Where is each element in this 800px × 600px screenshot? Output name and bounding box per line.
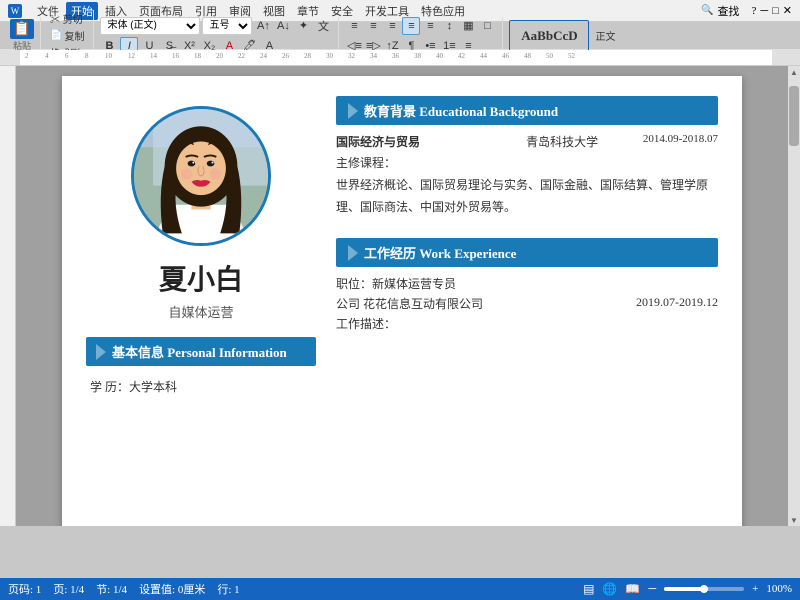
font-family-select[interactable]: 宋体 (正文): [100, 17, 200, 35]
status-bar: 页码: 1 页: 1/4 节: 1/4 设置值: 0厘米 行: 1 ▤ 🌐 📖 …: [0, 578, 800, 600]
work-desc-row: 工作描述：: [336, 315, 718, 332]
education-section: 教育背景 Educational Background 国际经济与贸易 青岛科技…: [336, 96, 718, 218]
edu-level-row: 学 历：大学本科: [86, 376, 316, 397]
work-label: 工作经历 Work Experience: [364, 243, 516, 262]
style-name: 正文: [595, 28, 615, 43]
scroll-thumb[interactable]: [789, 86, 799, 146]
work-header: 工作经历 Work Experience: [336, 238, 718, 267]
font-grow-button[interactable]: A↑: [254, 17, 272, 35]
paste-button[interactable]: 📋: [10, 19, 34, 39]
minimize-btn[interactable]: ─: [760, 5, 768, 17]
education-header: 教育背景 Educational Background: [336, 96, 718, 125]
zoom-percent: 100%: [766, 583, 792, 595]
vertical-scrollbar[interactable]: ▲ ▼: [788, 66, 800, 526]
work-company: 公司 花花信息互动有限公司: [336, 295, 483, 312]
document-page: 夏小白 自媒体运营 基本信息 Personal Information 学 历：…: [62, 76, 742, 526]
view-read-icon[interactable]: 📖: [625, 582, 640, 597]
ruler-edge-right: [772, 50, 800, 66]
document-scroll[interactable]: 夏小白 自媒体运营 基本信息 Personal Information 学 历：…: [16, 66, 788, 526]
zoom-slider[interactable]: [664, 587, 744, 591]
zoom-handle[interactable]: [700, 585, 708, 593]
zoom-in-button[interactable]: +: [752, 583, 758, 595]
work-position-row: 职位：新媒体运营专员: [336, 275, 718, 292]
edu-school: 青岛科技大学: [489, 133, 634, 150]
shading-button[interactable]: ▦: [459, 17, 477, 35]
paste-group: 📋 粘贴: [4, 17, 41, 54]
search-label: 🔍: [701, 5, 713, 16]
vertical-ruler: [0, 66, 16, 526]
line-info: 行: 1: [217, 581, 239, 597]
title-right: 🔍 查找 ? ─ □ ✕: [701, 3, 792, 19]
resume-name: 夏小白: [159, 258, 243, 298]
ruler-body: 2 4 6 8 10 12 14 16 18 20 22 24 26 28 30…: [20, 50, 772, 66]
edu-date: 2014.09-2018.07: [643, 133, 718, 150]
app-icon: W: [8, 4, 22, 18]
personal-info-label: 基本信息 Personal Information: [112, 342, 287, 361]
cut-button[interactable]: ✂ 剪切: [47, 10, 86, 27]
profile-photo-svg: [134, 109, 268, 243]
clear-format-button[interactable]: ✦: [294, 17, 312, 35]
work-desc-label: 工作描述：: [336, 317, 396, 331]
courses-label: 主修课程：: [336, 154, 718, 171]
maximize-btn[interactable]: □: [772, 5, 779, 17]
section-info: 节: 1/4: [96, 581, 127, 597]
edu-major: 国际经济与贸易: [336, 133, 481, 150]
view-web-icon[interactable]: 🌐: [602, 582, 617, 597]
document-area: 夏小白 自媒体运营 基本信息 Personal Information 学 历：…: [0, 66, 800, 526]
align-right-button[interactable]: ≡: [383, 17, 401, 35]
copy-button[interactable]: 📄 复制: [47, 27, 87, 44]
ruler: 2 4 6 8 10 12 14 16 18 20 22 24 26 28 30…: [0, 50, 800, 66]
status-right: ▤ 🌐 📖 ─ + 100%: [583, 582, 792, 597]
work-position: 职位：新媒体运营专员: [336, 277, 456, 291]
scroll-up-button[interactable]: ▲: [788, 66, 800, 78]
profile-photo: [131, 106, 271, 246]
education-row: 国际经济与贸易 青岛科技大学 2014.09-2018.07: [336, 133, 718, 150]
edu-level-text: 学 历：大学本科: [90, 378, 177, 395]
justify-button[interactable]: ≡: [402, 17, 420, 35]
style-preview[interactable]: AaBbCcD: [509, 20, 589, 52]
work-section: 工作经历 Work Experience 职位：新媒体运营专员 公司 花花信息互…: [336, 238, 718, 335]
scroll-down-button[interactable]: ▼: [788, 514, 800, 526]
align-center-button[interactable]: ≡: [364, 17, 382, 35]
para-group: ≡ ≡ ≡ ≡ ≡ ↕ ▦ □ ◁≡ ≡▷ ↑Z ¶ •≡ 1≡ ≡: [345, 17, 503, 55]
font-size-select[interactable]: 五号: [202, 17, 252, 35]
work-company-row: 公司 花花信息互动有限公司 2019.07-2019.12: [336, 295, 718, 312]
align-left-button[interactable]: ≡: [345, 17, 363, 35]
zoom-out-button[interactable]: ─: [648, 583, 656, 595]
view-normal-icon[interactable]: ▤: [583, 582, 594, 597]
font-group: 宋体 (正文) 五号 A↑ A↓ ✦ 文 B I U S̶ X² X₂ A 🖊 …: [100, 17, 339, 55]
border-button[interactable]: □: [478, 17, 496, 35]
help-icon[interactable]: ?: [751, 5, 756, 17]
resume-job-title: 自媒体运营: [168, 302, 233, 321]
phonetics-button[interactable]: 文: [314, 17, 332, 35]
settings-value: 设置值: 0厘米: [139, 581, 205, 597]
close-btn[interactable]: ✕: [783, 4, 792, 17]
education-label: 教育背景 Educational Background: [364, 101, 558, 120]
search-text: 查找: [717, 3, 739, 19]
resume-right-column: 教育背景 Educational Background 国际经济与贸易 青岛科技…: [336, 96, 718, 526]
zoom-fill: [664, 587, 704, 591]
font-shrink-button[interactable]: A↓: [274, 17, 292, 35]
distributed-button[interactable]: ≡: [421, 17, 439, 35]
toolbar-row1: 📋 粘贴 ✂ 剪切 📄 复制 格式刷 宋体 (正文) 五号 A↑ A↓ ✦ 文 …: [0, 22, 800, 50]
total-pages: 页: 1/4: [53, 581, 84, 597]
personal-info-header: 基本信息 Personal Information: [86, 337, 316, 366]
ruler-edge-left: [0, 50, 20, 66]
courses-content: 世界经济概论、国际贸易理论与实务、国际金融、国际结算、管理学原理、国际商法、中国…: [336, 175, 718, 218]
work-date: 2019.07-2019.12: [636, 295, 718, 312]
resume-left-column: 夏小白 自媒体运营 基本信息 Personal Information 学 历：…: [86, 96, 316, 526]
page-number: 页码: 1: [8, 581, 41, 597]
line-spacing-button[interactable]: ↕: [440, 17, 458, 35]
style-text: AaBbCcD: [521, 28, 577, 44]
